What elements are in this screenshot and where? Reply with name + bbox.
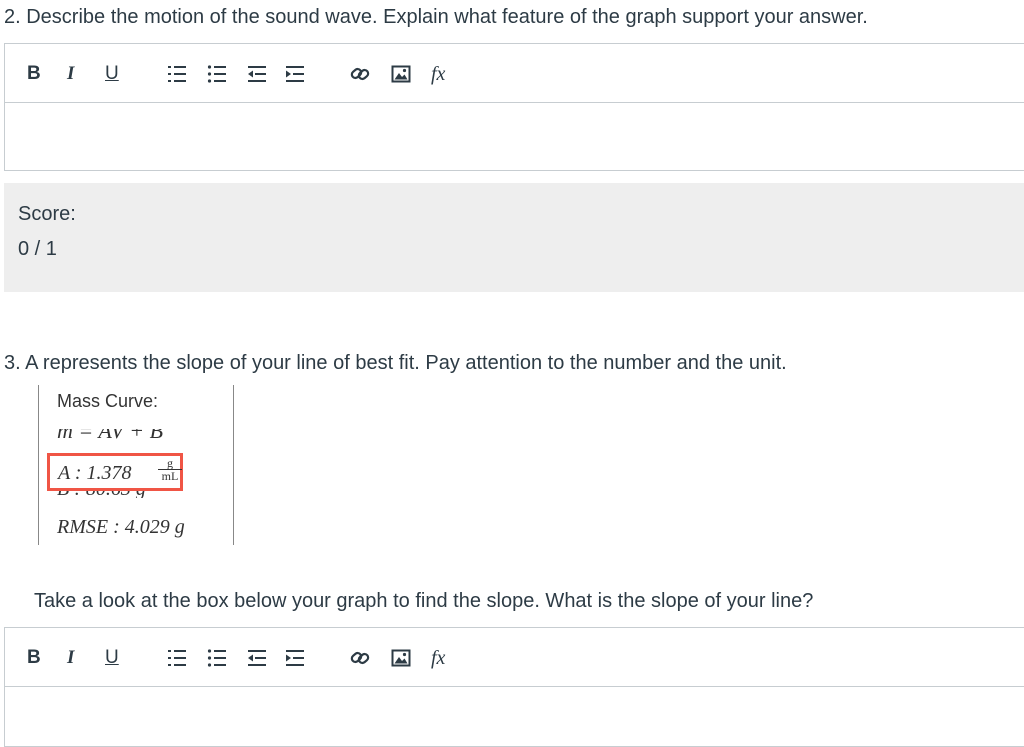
unordered-list-icon[interactable] [207, 648, 227, 668]
ordered-list-icon[interactable] [167, 648, 187, 668]
editor-toolbar: B I U fx [5, 628, 1024, 687]
slope-unit: g mL [158, 457, 182, 482]
bold-button[interactable]: B [27, 63, 41, 85]
italic-button[interactable]: I [67, 647, 74, 669]
question-3-prompt: 3. A represents the slope of your line o… [4, 352, 787, 374]
editor-toolbar: B I U fx [5, 44, 1024, 103]
slope-hint: Take a look at the box below your graph … [34, 590, 814, 612]
indent-icon[interactable] [285, 64, 305, 84]
bold-button[interactable]: B [27, 647, 41, 669]
link-icon[interactable] [350, 648, 370, 668]
slope-unit-denominator: mL [161, 469, 179, 483]
indent-icon[interactable] [285, 648, 305, 668]
underline-button[interactable]: U [105, 63, 119, 85]
outdent-icon[interactable] [247, 64, 267, 84]
italic-button[interactable]: I [67, 63, 74, 85]
answer-text-area[interactable] [5, 103, 1024, 171]
ordered-list-icon[interactable] [167, 64, 187, 84]
question-2-prompt: 2. Describe the motion of the sound wave… [4, 6, 868, 28]
slope-highlight-box: A : 1.378 g mL [47, 453, 183, 491]
answer-text-area[interactable] [5, 687, 1024, 747]
rmse-value: RMSE : 4.029 g [57, 516, 185, 538]
unordered-list-icon[interactable] [207, 64, 227, 84]
fit-results-figure: Mass Curve: m = AV + B B : 80.63 g A : 1… [38, 385, 234, 545]
figure-title: Mass Curve: [57, 391, 159, 411]
formula-icon[interactable]: fx [431, 647, 445, 669]
image-icon[interactable] [391, 648, 411, 668]
link-icon[interactable] [350, 64, 370, 84]
answer-editor-q3[interactable]: B I U fx [4, 627, 1024, 747]
image-icon[interactable] [391, 64, 411, 84]
score-label: Score: [18, 203, 76, 225]
slope-value: A : 1.378 [58, 462, 132, 484]
formula-icon[interactable]: fx [431, 63, 445, 85]
score-panel: Score: 0 / 1 [4, 183, 1024, 292]
outdent-icon[interactable] [247, 648, 267, 668]
underline-button[interactable]: U [105, 647, 119, 669]
answer-editor-q2[interactable]: B I U fx [4, 43, 1024, 171]
fit-equation: m = AV + B [57, 429, 164, 443]
score-value: 0 / 1 [18, 238, 57, 260]
